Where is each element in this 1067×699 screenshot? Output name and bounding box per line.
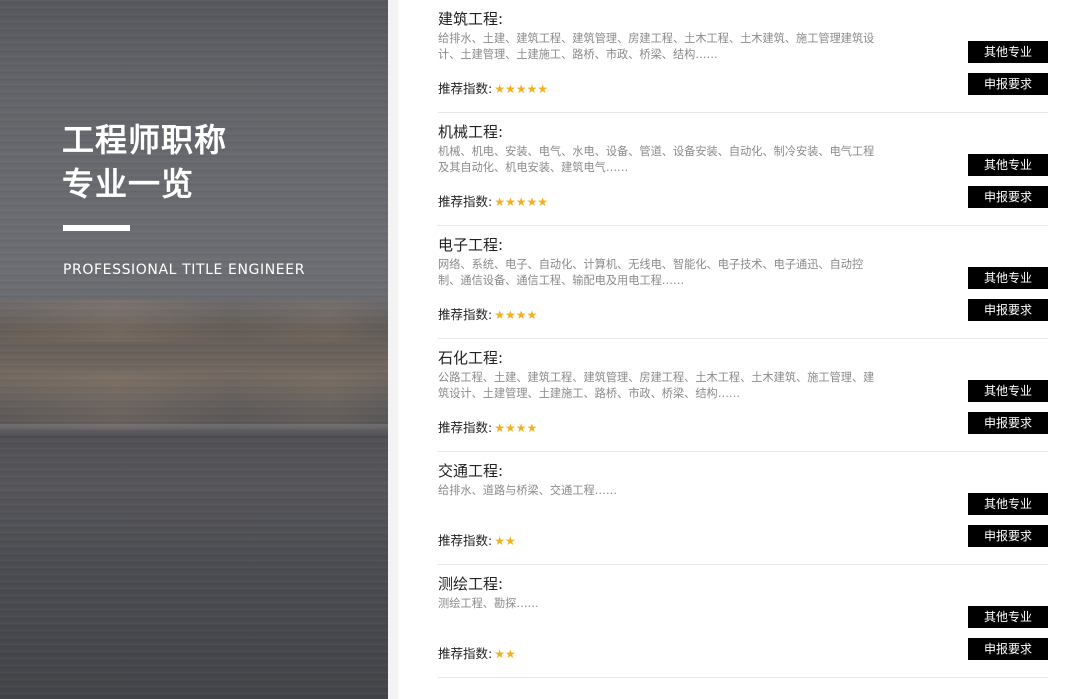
application-requirements-button[interactable]: 申报要求: [968, 299, 1048, 321]
hero-divider-bar: [63, 225, 130, 231]
specialty-item: 建筑工程: 给排水、土建、建筑工程、建筑管理、房建工程、土木工程、土木建筑、施工…: [438, 0, 1048, 113]
star-rating-icon: ★★★★: [494, 308, 538, 322]
specialty-description: 公路工程、土建、建筑工程、建筑管理、房建工程、土木工程、土木建筑、施工管理、建筑…: [438, 371, 875, 400]
recommendation-rating: 推荐指数: ★★★★: [438, 417, 537, 436]
other-specialty-button[interactable]: 其他专业: [968, 380, 1048, 402]
specialty-item: 交通工程: 给排水、道路与桥梁、交通工程…… 推荐指数: ★★ 其他专业 申报要求: [438, 452, 1048, 565]
hero-background-shore: [0, 372, 388, 430]
application-requirements-button[interactable]: 申报要求: [968, 638, 1048, 660]
specialty-title: 石化工程:: [438, 349, 504, 367]
rating-label: 推荐指数:: [438, 81, 493, 96]
specialty-title: 测绘工程:: [438, 575, 504, 593]
specialty-description: 机械、机电、安装、电气、水电、设备、管道、设备安装、自动化、制冷安装、电气工程及…: [438, 145, 875, 174]
star-rating-icon: ★★: [494, 534, 516, 548]
star-rating-icon: ★★★★: [494, 421, 538, 435]
application-requirements-button[interactable]: 申报要求: [968, 186, 1048, 208]
rating-label: 推荐指数:: [438, 533, 493, 548]
application-requirements-button[interactable]: 申报要求: [968, 525, 1048, 547]
star-rating-icon: ★★★★★: [494, 195, 549, 209]
specialty-item: 电子工程: 网络、系统、电子、自动化、计算机、无线电、智能化、电子技术、电子通迅…: [438, 226, 1048, 339]
recommendation-rating: 推荐指数: ★★★★: [438, 304, 537, 323]
specialty-title: 建筑工程:: [438, 10, 504, 28]
hero-subtitle: PROFESSIONAL TITLE ENGINEER: [63, 262, 306, 278]
specialty-item: 测绘工程: 测绘工程、勘探…… 推荐指数: ★★ 其他专业 申报要求: [438, 565, 1048, 678]
recommendation-rating: 推荐指数: ★★: [438, 643, 516, 662]
hero-background-waterline: [0, 424, 388, 438]
recommendation-rating: 推荐指数: ★★: [438, 530, 516, 549]
recommendation-rating: 推荐指数: ★★★★★: [438, 191, 548, 210]
specialty-description: 给排水、土建、建筑工程、建筑管理、房建工程、土木工程、土木建筑、施工管理建筑设计…: [438, 32, 875, 61]
specialty-title: 机械工程:: [438, 123, 504, 141]
specialty-list: 建筑工程: 给排水、土建、建筑工程、建筑管理、房建工程、土木工程、土木建筑、施工…: [438, 0, 1048, 678]
hero-panel: 工程师职称 专业一览 PROFESSIONAL TITLE ENGINEER: [0, 0, 388, 699]
rating-label: 推荐指数:: [438, 420, 493, 435]
hero-title-line2: 专业一览: [62, 165, 195, 203]
application-requirements-button[interactable]: 申报要求: [968, 412, 1048, 434]
specialty-item: 石化工程: 公路工程、土建、建筑工程、建筑管理、房建工程、土木工程、土木建筑、施…: [438, 339, 1048, 452]
hero-background-horizon: [0, 300, 388, 342]
rating-label: 推荐指数:: [438, 646, 493, 661]
recommendation-rating: 推荐指数: ★★★★★: [438, 78, 548, 97]
panel-divider: [388, 0, 398, 699]
other-specialty-button[interactable]: 其他专业: [968, 41, 1048, 63]
other-specialty-button[interactable]: 其他专业: [968, 267, 1048, 289]
hero-title-line1: 工程师职称: [62, 121, 228, 159]
other-specialty-button[interactable]: 其他专业: [968, 493, 1048, 515]
rating-label: 推荐指数:: [438, 194, 493, 209]
application-requirements-button[interactable]: 申报要求: [968, 73, 1048, 95]
other-specialty-button[interactable]: 其他专业: [968, 606, 1048, 628]
star-rating-icon: ★★★★★: [494, 82, 549, 96]
specialty-item: 机械工程: 机械、机电、安装、电气、水电、设备、管道、设备安装、自动化、制冷安装…: [438, 113, 1048, 226]
specialty-title: 交通工程:: [438, 462, 504, 480]
other-specialty-button[interactable]: 其他专业: [968, 154, 1048, 176]
specialty-title: 电子工程:: [438, 236, 504, 254]
specialty-description: 网络、系统、电子、自动化、计算机、无线电、智能化、电子技术、电子通迅、自动控制、…: [438, 258, 864, 287]
specialty-description: 给排水、道路与桥梁、交通工程……: [438, 484, 618, 497]
page: 工程师职称 专业一览 PROFESSIONAL TITLE ENGINEER 建…: [0, 0, 1067, 699]
hero-title: 工程师职称 专业一览: [62, 118, 342, 206]
rating-label: 推荐指数:: [438, 307, 493, 322]
specialty-description: 测绘工程、勘探……: [438, 597, 539, 610]
star-rating-icon: ★★: [494, 647, 516, 661]
